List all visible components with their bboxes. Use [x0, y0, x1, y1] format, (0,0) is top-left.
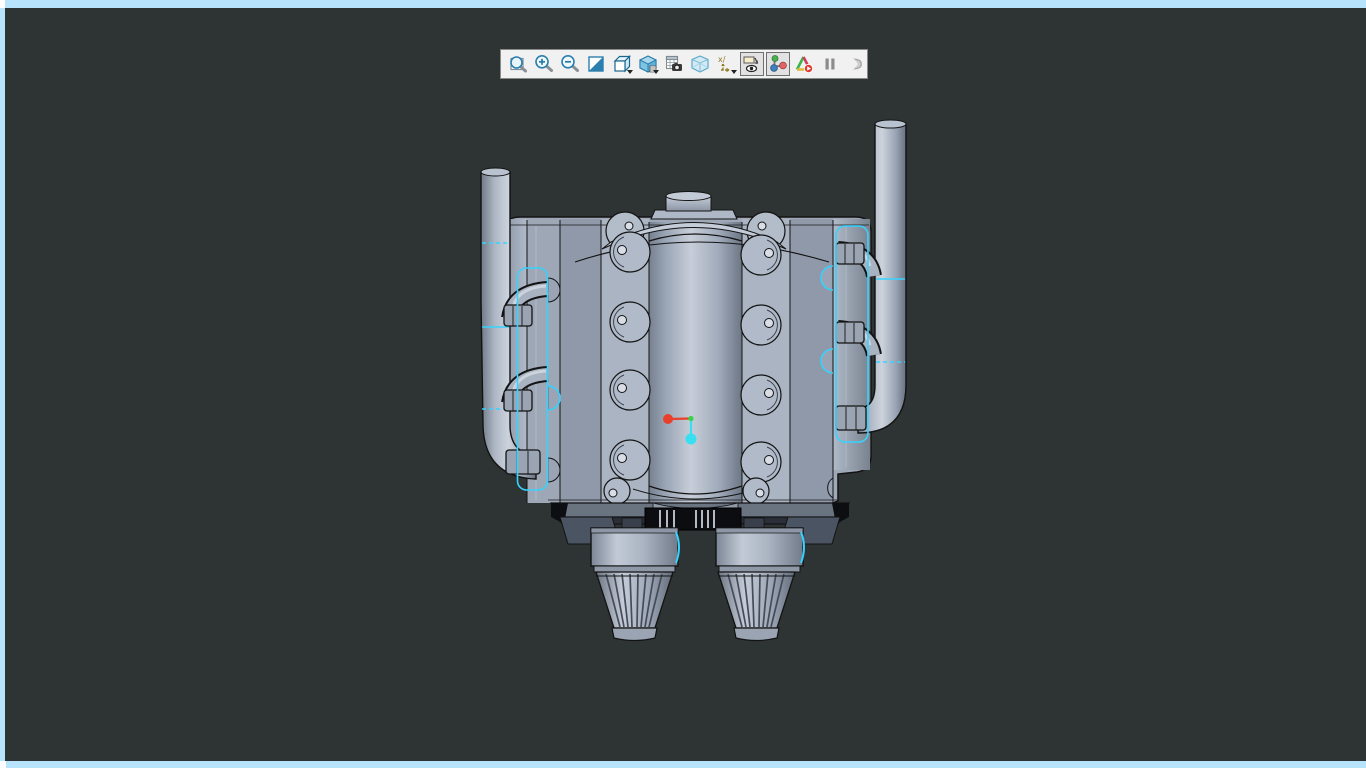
graphics-viewport[interactable] — [0, 0, 1366, 768]
hide-show-annotations-button[interactable]: x/ — [714, 52, 738, 76]
pause-button[interactable] — [818, 52, 842, 76]
dropdown-arrow-icon — [653, 70, 659, 74]
heads-up-toolbar: x/ — [500, 49, 868, 79]
view-orientation-button[interactable] — [610, 52, 634, 76]
frame-notch-bottomleft — [0, 761, 6, 768]
record-disc-icon — [853, 58, 862, 70]
perspective-view-button[interactable] — [688, 52, 712, 76]
application-window: x/ — [0, 0, 1366, 768]
zoom-out-button[interactable] — [558, 52, 582, 76]
image-capture-icon — [665, 55, 682, 71]
zoom-to-fit-button[interactable] — [506, 52, 530, 76]
dropdown-arrow-icon — [627, 70, 633, 74]
oil-fill-cap[interactable] — [650, 191, 738, 220]
right-intake[interactable] — [715, 527, 805, 642]
frame-border-left — [0, 8, 5, 761]
component-display-icon — [743, 56, 759, 73]
supercharger-cylinder[interactable] — [632, 222, 758, 505]
pause-icon — [825, 58, 835, 70]
origin-point — [688, 415, 694, 422]
zoom-in-icon — [535, 55, 553, 72]
drive-belt[interactable] — [644, 507, 742, 531]
y-axis-handle — [685, 433, 697, 445]
animation-triangle-icon — [795, 56, 814, 74]
glass-cube-icon — [691, 55, 709, 73]
component-display-button[interactable] — [740, 52, 764, 76]
image-capture-button[interactable] — [662, 52, 686, 76]
frame-border-top — [5, 0, 1366, 8]
zoom-out-icon — [561, 55, 579, 72]
move-component-button[interactable] — [766, 52, 790, 76]
section-view-icon — [588, 56, 604, 72]
zoom-to-fit-icon — [510, 56, 527, 73]
record-button[interactable] — [844, 52, 868, 76]
frame-border-bottom — [6, 761, 1366, 768]
play-animation-button[interactable] — [792, 52, 816, 76]
linkage-balls-icon — [770, 55, 787, 72]
engine-block[interactable] — [503, 191, 872, 506]
zoom-in-button[interactable] — [532, 52, 556, 76]
display-style-button[interactable] — [636, 52, 660, 76]
frame-notch-topleft — [0, 0, 5, 8]
dropdown-arrow-icon — [731, 70, 737, 74]
x-axis-handle — [663, 414, 673, 424]
left-intake[interactable] — [590, 527, 680, 642]
section-view-button[interactable] — [584, 52, 608, 76]
svg-text:x/: x/ — [718, 55, 726, 64]
